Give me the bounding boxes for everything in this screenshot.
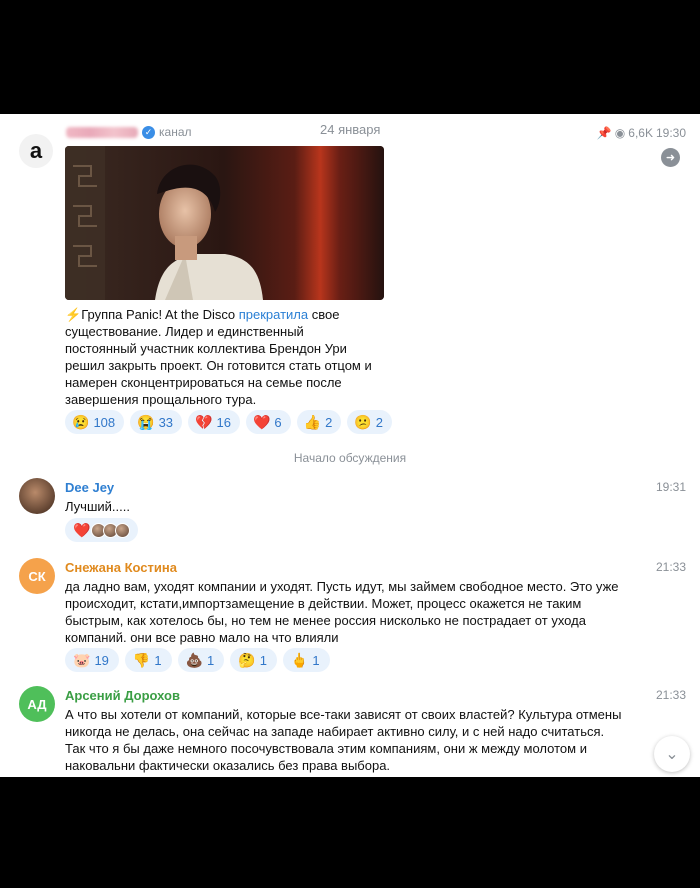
views-count: 6,6K: [628, 126, 653, 140]
reaction-poop[interactable]: 💩 1: [177, 648, 225, 672]
comment-text: да ладно вам, уходят компании и уходят. …: [65, 579, 619, 645]
chevron-down-icon[interactable]: ⌄: [654, 736, 690, 772]
reaction-heart[interactable]: ❤️: [65, 518, 139, 542]
comment-time: 21:33: [655, 560, 686, 574]
share-arrow-icon[interactable]: ➜: [661, 148, 680, 167]
reactor-avatars: [91, 522, 131, 538]
comment-author[interactable]: Dee Jey: [65, 480, 114, 495]
post-time: 19:30: [655, 126, 686, 140]
comment-reactions: 🐷 19 👎 1 💩 1 🤔 1 🖕 1: [65, 648, 330, 672]
comment-author[interactable]: Снежана Костина: [65, 560, 177, 575]
reaction-sobbing[interactable]: 😭 33: [130, 410, 183, 434]
post-text: ⚡Группа Panic! At the Disco прекратила с…: [65, 307, 372, 407]
channel-avatar[interactable]: a: [19, 134, 53, 168]
reaction-crying[interactable]: 😢 108: [65, 410, 125, 434]
post-header: ✓ канал: [66, 125, 192, 139]
avatar[interactable]: [19, 478, 55, 514]
post-link[interactable]: прекратила: [239, 307, 308, 322]
comment-time: 19:31: [655, 480, 686, 494]
reaction-thumbs-down[interactable]: 👎 1: [124, 648, 172, 672]
post-meta: 📌 ◉ 6,6K 19:30: [597, 126, 686, 140]
reaction-broken-heart[interactable]: 💔 16: [188, 410, 240, 434]
reaction-pig[interactable]: 🐷 19: [65, 648, 119, 672]
comment-reactions: ❤️: [65, 518, 139, 542]
telegram-screen: a ✓ канал 24 января 📌 ◉ 6,6K 19:30 ➜ ⚡Гр…: [0, 114, 700, 777]
post-photo[interactable]: [65, 146, 384, 300]
photo-illustration: [65, 146, 384, 300]
comment-author[interactable]: Арсений Дорохов: [65, 688, 180, 703]
reaction-thinking[interactable]: 🤔 1: [230, 648, 277, 672]
reaction-finger[interactable]: 🖕 1: [282, 648, 330, 672]
eye-icon: ◉: [614, 126, 626, 140]
avatar[interactable]: СК: [19, 558, 55, 594]
reaction-confused[interactable]: 😕 2: [347, 410, 392, 434]
reaction-thumbs-up[interactable]: 👍 2: [296, 410, 342, 434]
lightning-icon: ⚡: [65, 307, 82, 322]
comment-text: А что вы хотели от компаний, которые все…: [65, 707, 622, 773]
channel-name-blurred[interactable]: [66, 126, 138, 138]
comment-text: Лучший.....: [65, 499, 130, 514]
verified-icon: ✓: [142, 125, 155, 139]
date-label: 24 января: [320, 122, 381, 137]
comment-time: 21:33: [655, 688, 686, 702]
post-reactions: 😢 108 😭 33 💔 16 ❤️ 6 👍 2 😕 2: [65, 410, 392, 434]
pin-icon: 📌: [596, 126, 612, 140]
avatar[interactable]: АД: [19, 686, 55, 722]
discussion-start-label: Начало обсуждения: [293, 451, 407, 465]
reaction-heart[interactable]: ❤️ 6: [245, 410, 291, 434]
channel-label: канал: [159, 125, 192, 139]
